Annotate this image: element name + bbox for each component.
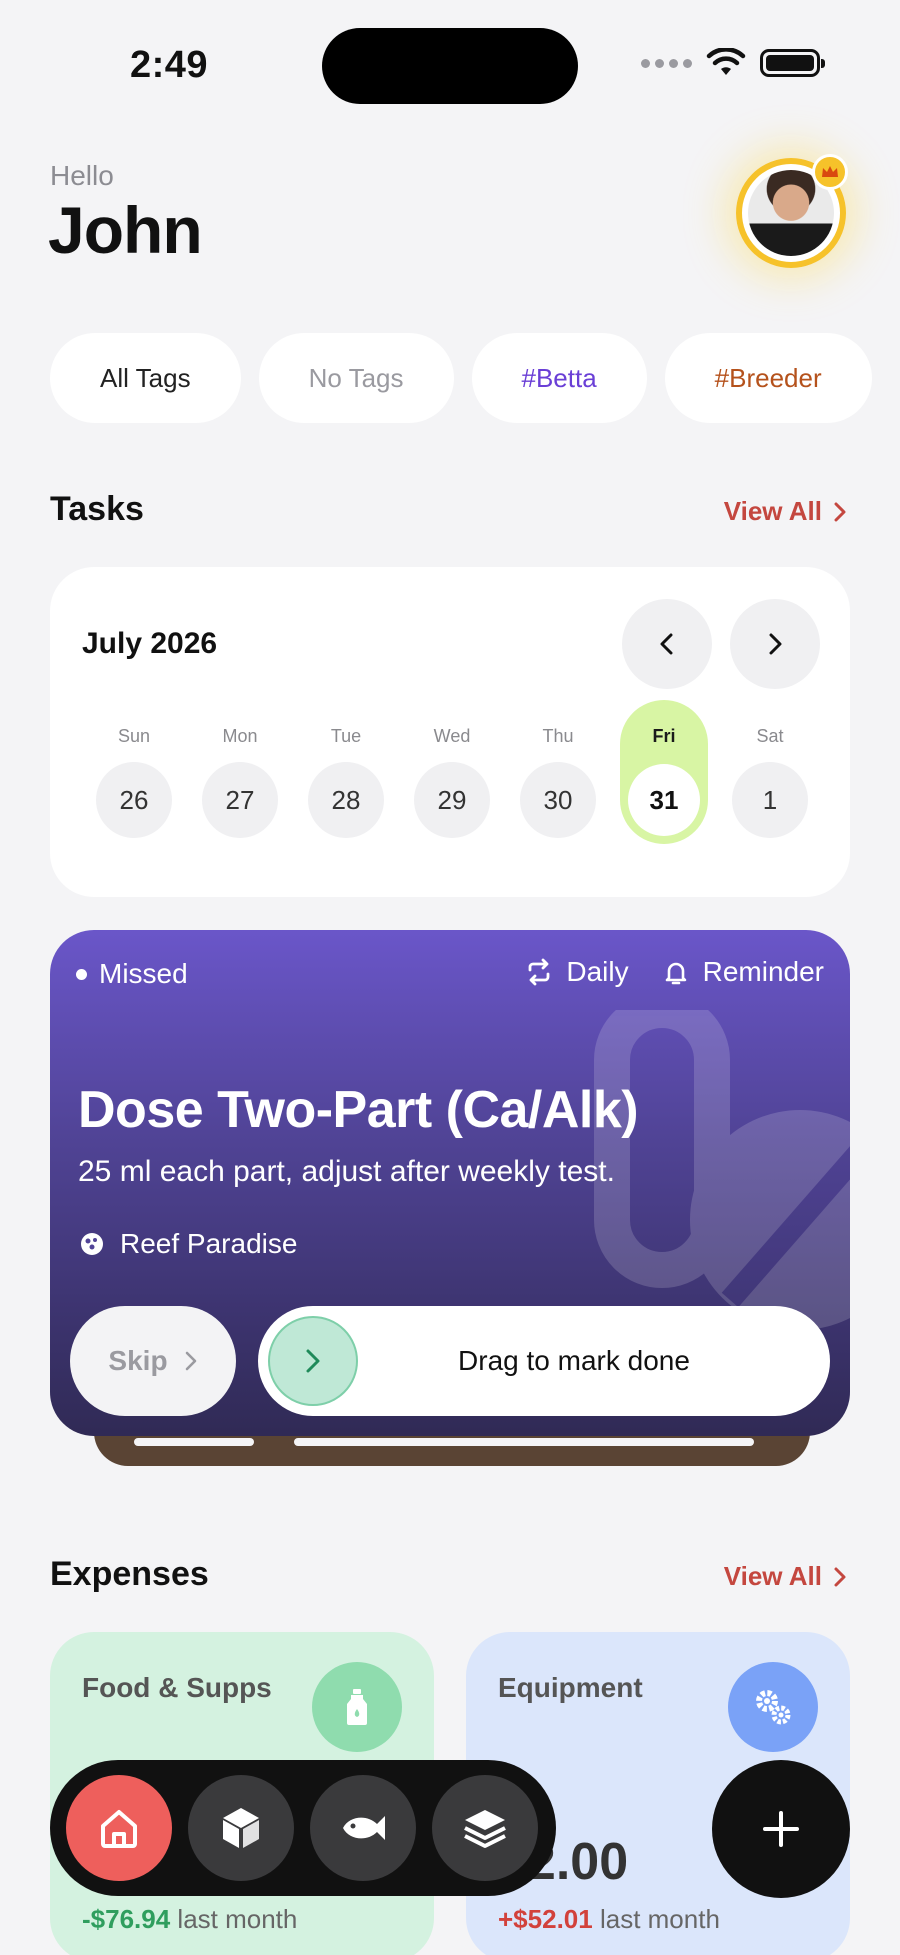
tag-none[interactable]: No Tags [258,333,454,423]
crown-icon [812,154,848,190]
status-dot-icon [76,968,87,980]
cube-icon [223,1808,259,1848]
day-date: 26 [96,762,172,838]
chevron-right-icon [306,1349,320,1373]
avatar-button[interactable] [736,154,848,268]
layers-icon [464,1810,506,1848]
calendar-day-wed[interactable]: Wed 29 [414,722,490,838]
tag-breeder[interactable]: #Breeder [664,333,872,423]
day-name: Tue [330,726,362,746]
tag-all[interactable]: All Tags [50,333,241,423]
drag-handle[interactable] [268,1316,358,1406]
pill-watermark-icon [594,1010,850,1330]
day-date: 29 [414,762,490,838]
tasks-view-all-label: View All [723,496,822,526]
status-label: Missed [99,958,188,989]
day-date: 27 [202,762,278,838]
tag-betta[interactable]: #Betta [471,333,647,423]
add-button[interactable] [712,1760,850,1898]
day-date: 31 [628,764,700,836]
reminder-label: Reminder [702,956,824,987]
calendar-day-sat[interactable]: Sat 1 [732,722,808,838]
plus-icon [763,1811,799,1847]
day-date: 1 [732,762,808,838]
expense-change: -$76.94 last month [82,1904,297,1935]
calendar-day-tue[interactable]: Tue 28 [308,722,384,838]
bottom-tab-bar [50,1760,556,1896]
expense-change-suffix: last month [177,1904,298,1934]
day-name: Fri [652,726,676,746]
tank-name: Reef Paradise [120,1228,298,1259]
chevron-right-icon [834,1567,846,1586]
status-icons [641,48,825,78]
user-name: John [48,193,203,267]
calendar-week: Sun 26 Mon 27 Tue 28 Wed 29 Thu 30 Fri 31 Sat 1 [96,700,808,844]
chevron-left-icon [660,633,673,655]
calendar-prev-button[interactable] [622,599,712,689]
tab-equipment[interactable] [188,1775,294,1881]
gears-icon [728,1662,818,1752]
chevron-right-icon [834,502,846,521]
expenses-title: Expenses [50,1555,209,1593]
skip-button[interactable]: Skip [70,1306,236,1416]
tasks-view-all-link[interactable]: View All [724,496,848,527]
bottle-icon [312,1662,402,1752]
task-card[interactable]: Missed Daily Reminder Dose Two-Part (Ca/… [50,930,850,1436]
chevron-right-icon [769,633,782,655]
expense-change: +$52.01 last month [498,1904,720,1935]
drag-to-complete-slider[interactable]: Drag to mark done [258,1306,830,1416]
tab-livestock[interactable] [310,1775,416,1881]
calendar-month: July 2026 [82,627,218,660]
wifi-icon [706,48,746,75]
tasks-title: Tasks [50,490,144,528]
calendar-day-mon[interactable]: Mon 27 [202,722,278,838]
day-name: Sat [756,726,784,746]
day-date: 30 [520,762,596,838]
calendar-day-fri-selected[interactable]: Fri 31 [620,700,708,844]
expense-change-value: -$76.94 [82,1904,171,1934]
greeting-hello: Hello [50,160,114,191]
tag-filter-row: All Tags No Tags #Betta #Breeder [50,333,872,423]
home-icon [101,1810,137,1848]
expense-label: Food & Supps [82,1672,272,1703]
task-meta: Daily Reminder [524,956,824,988]
expense-label: Equipment [498,1672,643,1703]
task-description: 25 ml each part, adjust after weekly tes… [78,1155,615,1188]
day-name: Sun [117,726,151,746]
day-name: Mon [222,726,258,746]
fish-icon [343,1816,385,1840]
bell-icon [665,962,686,985]
repeat-icon [528,958,550,986]
calendar-day-thu[interactable]: Thu 30 [520,722,596,838]
calendar-day-sun[interactable]: Sun 26 [96,722,172,838]
status-bar: 2:49 [0,0,900,130]
expense-change-value: +$52.01 [498,1904,593,1934]
status-badge: Missed [76,958,188,990]
chevron-right-icon [185,1351,196,1371]
signal-icon [641,58,692,68]
day-name: Thu [542,726,574,746]
tab-tanks[interactable] [432,1775,538,1881]
calendar-next-button[interactable] [730,599,820,689]
frequency-label: Daily [566,956,629,987]
battery-icon [760,49,825,77]
expense-change-suffix: last month [599,1904,720,1934]
skip-label: Skip [108,1345,168,1376]
tab-home[interactable] [66,1775,172,1881]
task-title: Dose Two-Part (Ca/Alk) [78,1081,639,1139]
task-tank: Reef Paradise [78,1228,297,1260]
expenses-view-all-label: View All [723,1561,822,1591]
drag-label: Drag to mark done [458,1345,690,1376]
expenses-view-all-link[interactable]: View All [724,1561,848,1592]
day-date: 28 [308,762,384,838]
status-time: 2:49 [130,44,209,86]
calendar-card: July 2026 Sun 26 Mon 27 Tue 28 Wed 29 Thu 30 … [50,567,850,897]
dynamic-island [322,28,578,104]
coral-icon [81,1233,103,1255]
day-name: Wed [433,726,471,746]
